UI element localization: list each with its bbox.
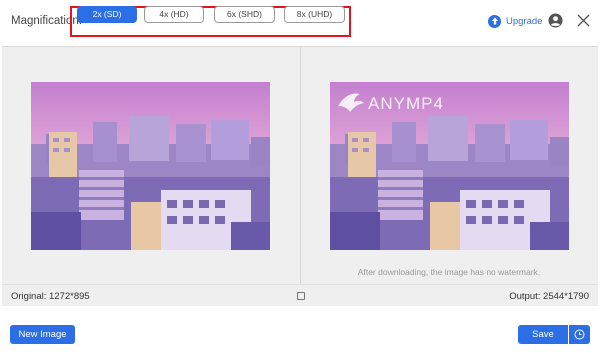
user-account-icon[interactable] <box>548 13 563 28</box>
original-size-label: Original: 1272*895 <box>11 291 90 302</box>
watermark-text: ANYMP4 <box>368 94 444 113</box>
upgrade-arrow-icon <box>488 14 501 28</box>
watermark-note: After downloading, the image has no wate… <box>357 267 541 277</box>
magnification-6x-button[interactable]: 6x (SHD) <box>214 6 275 23</box>
save-history-button[interactable] <box>569 325 590 344</box>
output-size-label: Output: 2544*1790 <box>509 291 589 302</box>
top-bar: Magnification: 2x (SD) 4x (HD) 6x (SHD) … <box>0 0 600 44</box>
preview-area: ANYMP4 After downloading, the image has … <box>2 46 598 285</box>
magnification-4x-button[interactable]: 4x (HD) <box>144 6 204 23</box>
save-button[interactable]: Save <box>518 325 568 344</box>
status-bar: Original: 1272*895 Output: 2544*1790 <box>2 284 598 306</box>
preview-divider <box>300 47 301 285</box>
upscaled-image: ANYMP4 <box>330 82 569 250</box>
compare-toggle-icon[interactable] <box>297 292 305 300</box>
upgrade-button[interactable]: Upgrade <box>488 13 542 29</box>
original-image <box>31 82 270 250</box>
new-image-button[interactable]: New Image <box>10 325 75 344</box>
close-icon[interactable] <box>577 14 590 27</box>
upgrade-label: Upgrade <box>506 15 543 27</box>
clock-icon <box>574 329 585 340</box>
magnification-8x-button[interactable]: 8x (UHD) <box>284 6 345 23</box>
magnification-2x-button[interactable]: 2x (SD) <box>77 6 137 23</box>
